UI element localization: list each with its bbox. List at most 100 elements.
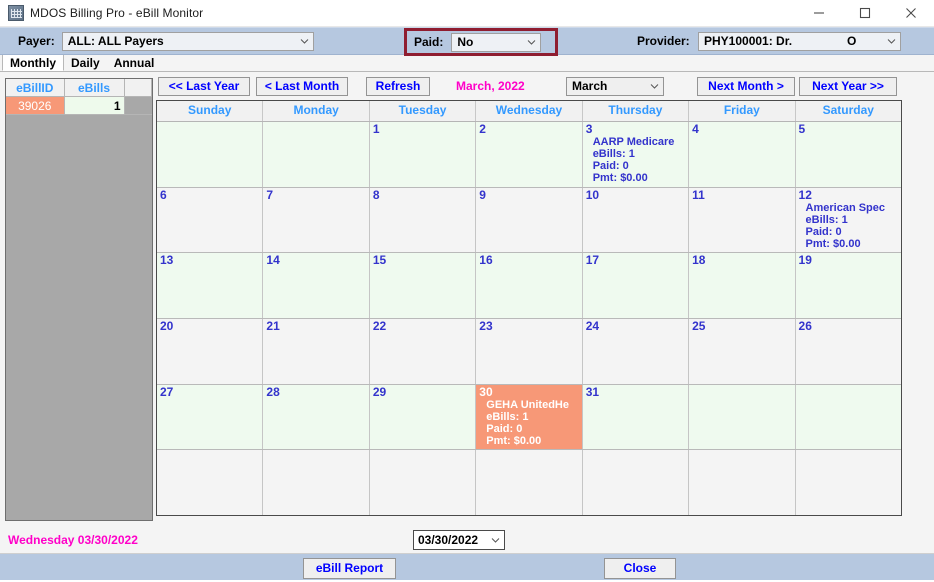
calendar-day-cell-20[interactable]: 20	[157, 319, 264, 384]
calendar-day-number: 23	[479, 319, 493, 334]
close-icon[interactable]	[888, 0, 934, 26]
cell-ebills[interactable]: 1	[64, 96, 125, 115]
paid-label: Paid:	[414, 35, 444, 49]
calendar-day-cell-22[interactable]: 22	[369, 319, 477, 384]
calendar-day-cell-10[interactable]: 10	[582, 187, 690, 253]
refresh-button[interactable]: Refresh	[366, 76, 430, 96]
calendar-week-row	[157, 450, 901, 516]
calendar-day-cell-9[interactable]: 9	[476, 187, 583, 253]
calendar-day-cell-12[interactable]: 12 American Spec eBills: 1 Paid: 0 Pmt: $0.0…	[795, 187, 901, 253]
chevron-down-icon	[887, 37, 896, 46]
calendar-day-cell-empty[interactable]	[795, 384, 901, 450]
calendar-day-cell-17[interactable]: 17	[582, 253, 690, 319]
calendar-day-cell-27[interactable]: 27	[157, 384, 264, 450]
calendar-day-number: 21	[266, 319, 280, 334]
calendar-day-cell-5[interactable]: 5	[795, 122, 901, 187]
next-year-button[interactable]: Next Year >>	[799, 76, 897, 96]
calendar-day-cell-24[interactable]: 24	[582, 319, 690, 384]
calendar-day-cell-25[interactable]: 25	[689, 319, 796, 384]
calendar-day-cell-18[interactable]: 18	[689, 253, 796, 319]
calendar-day-number: 14	[266, 253, 280, 268]
calendar-day-cell-28[interactable]: 28	[263, 384, 370, 450]
calendar-day-cell-empty[interactable]	[263, 122, 370, 187]
cell-ebillid[interactable]: 39026	[6, 96, 65, 115]
tab-monthly[interactable]: Monthly	[2, 54, 64, 71]
paid-select[interactable]: No	[451, 32, 542, 52]
calendar-event-detail: Pmt: $0.00	[805, 237, 861, 250]
column-header-ebills[interactable]: eBills	[64, 79, 125, 97]
calendar-day-number: 25	[692, 319, 706, 334]
calendar-day-cell-3[interactable]: 3 AARP Medicare eBills: 1 Paid: 0 Pmt: $0.00	[582, 122, 690, 187]
date-picker[interactable]: 03/30/2022	[413, 530, 505, 550]
calendar-day-number: 16	[479, 253, 493, 268]
ebill-report-button[interactable]: eBill Report	[303, 558, 396, 579]
calendar-week-row: 6 7 8 9 10 11 12 American Spec eBills: 1 Paid: 0P…	[157, 187, 901, 254]
day-header-wednesday: Wednesday	[476, 101, 583, 121]
calendar-week-row: 13 14 15 16 17 18 19	[157, 253, 901, 320]
table-header-row: eBillID eBills	[6, 79, 152, 97]
calendar-day-number: 17	[585, 253, 600, 268]
calendar-day-cell-8[interactable]: 8	[369, 187, 477, 253]
calendar-day-headers: Sunday Monday Tuesday Wednesday Thursday…	[157, 101, 901, 122]
minimize-icon[interactable]	[796, 0, 842, 26]
calendar-day-cell-15[interactable]: 15	[369, 253, 477, 319]
calendar-day-cell-29[interactable]: 29	[369, 384, 477, 450]
calendar-day-cell-23[interactable]: 23	[476, 319, 583, 384]
provider-select[interactable]: PHY100001: Dr. O	[698, 31, 901, 51]
calendar-day-cell-empty[interactable]	[689, 384, 796, 450]
calendar-day-cell-11[interactable]: 11	[689, 187, 796, 253]
column-header-ebillid[interactable]: eBillID	[6, 79, 65, 97]
calendar-day-cell-empty[interactable]	[157, 450, 264, 516]
day-header-tuesday: Tuesday	[370, 101, 477, 121]
tab-daily[interactable]: Daily	[64, 55, 107, 71]
calendar-day-cell-2[interactable]: 2	[476, 122, 583, 187]
calendar-day-cell-13[interactable]: 13	[157, 253, 264, 319]
calendar-day-cell-16[interactable]: 16	[476, 253, 583, 319]
calendar-day-number: 19	[798, 253, 812, 268]
calendar-day-cell-31[interactable]: 31	[582, 384, 690, 450]
calendar-day-cell-7[interactable]: 7	[263, 187, 370, 253]
calendar-day-cell-21[interactable]: 21	[263, 319, 370, 384]
calendar-day-cell-empty[interactable]	[369, 450, 477, 516]
calendar-day-cell-6[interactable]: 6	[157, 187, 264, 253]
date-picker-value: 03/30/2022	[418, 533, 479, 547]
calendar-week-row: 27 28 29 30 GEHA UnitedHe eBills: 1 Paid: 0 Pmt…	[157, 384, 901, 451]
provider-select-value-tail: O	[847, 34, 857, 48]
day-header-saturday: Saturday	[822, 103, 874, 117]
calendar-day-cell-4[interactable]: 4	[689, 122, 796, 187]
calendar-day-cell-1[interactable]: 1	[369, 122, 477, 187]
payer-select[interactable]: ALL: ALL Payers	[61, 31, 314, 51]
period-label: March, 2022	[456, 79, 525, 93]
day-header-sunday: Sunday	[157, 101, 264, 121]
table-row[interactable]: 39026 1	[6, 96, 152, 115]
last-year-button[interactable]: << Last Year	[158, 76, 250, 96]
calendar-day-cell-14[interactable]: 14	[263, 253, 370, 319]
calendar-day-cell-empty[interactable]	[795, 450, 901, 516]
filters-toolbar: Payer: ALL: ALL Payers Paid: No Provider…	[0, 27, 934, 56]
calendar-event-payer: GEHA UnitedHe	[486, 398, 569, 411]
calendar-event-payer: American Spec	[805, 201, 886, 214]
tab-annual[interactable]: Annual	[106, 55, 162, 71]
cell-spacer	[124, 96, 152, 115]
calendar-day-cell-19[interactable]: 19	[795, 253, 901, 319]
calendar-day-cell-empty[interactable]	[263, 450, 370, 516]
calendar-day-cell-26[interactable]: 26	[795, 319, 901, 384]
calendar-day-number: 7	[266, 187, 274, 202]
calendar-day-cell-empty[interactable]	[157, 122, 264, 187]
calendar-day-number: 27	[160, 384, 174, 399]
calendar-day-cell-empty[interactable]	[689, 450, 796, 516]
close-button[interactable]: Close	[604, 558, 676, 579]
calendar-navbar: << Last Year < Last Month Refresh March,…	[156, 72, 929, 100]
maximize-icon[interactable]	[842, 0, 888, 26]
last-month-button[interactable]: < Last Month	[256, 76, 348, 96]
calendar-event-detail: Pmt: $0.00	[592, 172, 648, 184]
status-bar: Wednesday 03/30/2022 03/30/2022	[0, 527, 934, 554]
next-month-button[interactable]: Next Month >	[697, 76, 795, 96]
calendar-day-cell-empty[interactable]	[476, 450, 583, 516]
calendar-day-cell-empty[interactable]	[582, 450, 690, 516]
chevron-down-icon	[300, 37, 309, 46]
calendar-day-cell-30[interactable]: 30 GEHA UnitedHe eBills: 1 Paid: 0 Pmt: $0.0…	[476, 384, 583, 450]
calendar-area: << Last Year < Last Month Refresh March,…	[156, 72, 929, 527]
month-select[interactable]: March	[566, 76, 664, 96]
ebill-grid[interactable]: eBillID eBills 39026 1	[5, 78, 153, 521]
